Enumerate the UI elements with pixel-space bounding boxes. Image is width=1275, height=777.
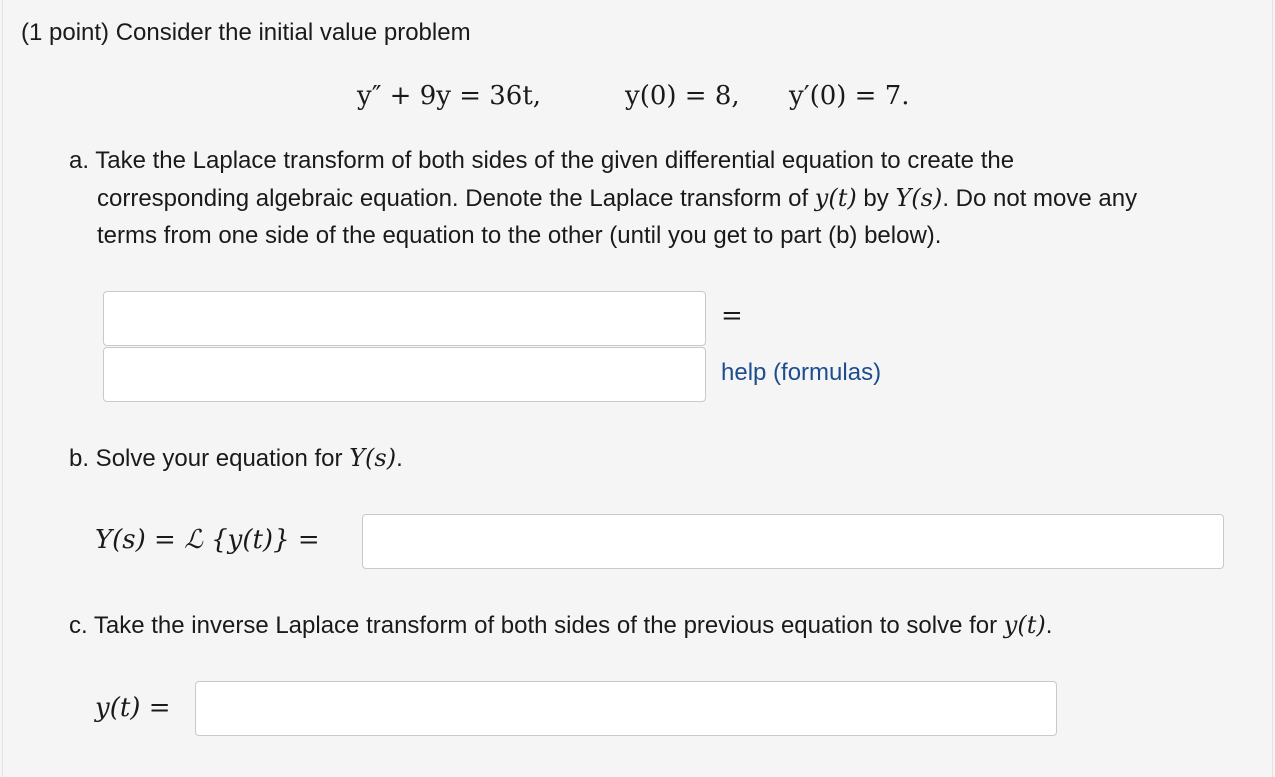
yt-symbol: y(t) bbox=[1003, 611, 1046, 639]
laplace-rhs-input[interactable] bbox=[103, 347, 706, 402]
yt-answer-input[interactable] bbox=[195, 681, 1057, 736]
laplace-lhs-input[interactable] bbox=[103, 291, 706, 346]
yt-symbol: y(t) bbox=[814, 184, 857, 212]
part-c-prompt: c. Take the inverse Laplace transform of… bbox=[69, 610, 1052, 641]
part-a-line3: terms from one side of the equation to t… bbox=[97, 222, 942, 249]
part-a-by: by bbox=[863, 185, 889, 212]
part-c-suffix: . bbox=[1045, 612, 1053, 639]
part-a-line2-suffix: . Do not move any bbox=[942, 185, 1138, 212]
initial-condition-y0: y(0) = 8, bbox=[625, 81, 740, 111]
problem-header: (1 point) Consider the initial value pro… bbox=[21, 19, 471, 46]
part-b-label: Y(s) = ℒ {y(t)} = bbox=[95, 524, 320, 556]
help-formulas-link[interactable]: help (formulas) bbox=[721, 358, 881, 388]
part-b-suffix: . bbox=[396, 445, 403, 472]
ode-equation: y″ + 9y = 36t, bbox=[357, 81, 542, 111]
part-c-label: y(t) = bbox=[95, 692, 170, 724]
equals-sign: = bbox=[721, 301, 743, 331]
Ys-symbol: Y(s) bbox=[349, 444, 397, 472]
part-b-prompt: b. Solve your equation for Y(s). bbox=[69, 443, 403, 474]
part-b-label-text: Y(s) = ℒ {y(t)} = bbox=[95, 525, 320, 555]
part-c-label-text: y(t) = bbox=[95, 693, 171, 723]
Ys-answer-input[interactable] bbox=[362, 514, 1224, 569]
part-a-line2: corresponding algebraic equation. Denote… bbox=[97, 183, 1137, 214]
Ys-symbol: Y(s) bbox=[895, 184, 943, 212]
initial-condition-dy0: y′(0) = 7. bbox=[789, 81, 910, 111]
part-a-line1: a. Take the Laplace transform of both si… bbox=[69, 147, 1015, 174]
part-a-line2-prefix: corresponding algebraic equation. Denote… bbox=[97, 185, 809, 212]
part-b-prefix: b. Solve your equation for bbox=[69, 445, 343, 472]
part-c-prefix: c. Take the inverse Laplace transform of… bbox=[69, 612, 998, 639]
problem-panel: (1 point) Consider the initial value pro… bbox=[2, 0, 1273, 777]
